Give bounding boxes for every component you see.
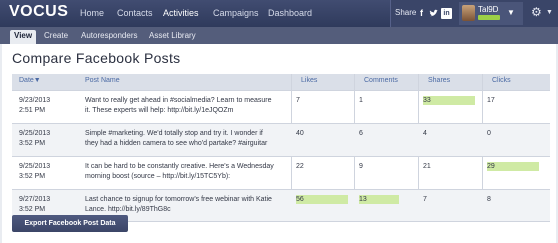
comments-value: 9 <box>359 163 363 170</box>
row-post-line-2: it. These experts will help: http://bit.… <box>85 107 234 114</box>
row-post-line-2: they had a hidden camera to see who'd pa… <box>85 140 268 147</box>
page-title: Compare Facebook Posts <box>12 50 181 66</box>
comments-value: 6 <box>359 130 363 137</box>
chevron-down-icon: ▼ <box>507 8 515 17</box>
row-post-line-1: It can be hard to be constantly creative… <box>85 163 274 170</box>
shares-value: 21 <box>423 163 431 170</box>
table-row[interactable]: 9/25/2013 3:52 PM It can be hard to be c… <box>12 156 550 189</box>
row-post-line-2: morning boost (source – http://bit.ly/15… <box>85 173 231 180</box>
table-row[interactable]: 9/25/2013 3:52 PM Simple #marketing. We'… <box>12 123 550 156</box>
shares-value: 33 <box>423 96 475 105</box>
share-label: Share <box>395 8 417 17</box>
column-header-shares: Shares <box>428 77 451 84</box>
facebook-icon[interactable]: f <box>416 8 427 19</box>
row-post-line-2: Lance. http://bit.ly/89ThG8c <box>85 206 171 213</box>
top-navigation-bar: VOCUS Home Contacts Activities Campaigns… <box>0 0 558 27</box>
nav-dashboard[interactable]: Dashboard <box>268 0 312 27</box>
clicks-value: 0 <box>487 130 491 137</box>
nav-contacts[interactable]: Contacts <box>117 0 153 27</box>
top-right-tools: Share f in Tal9D ▼ ⚙ ▼ <box>390 0 558 27</box>
row-time: 2:51 PM <box>19 107 46 114</box>
shares-value: 7 <box>423 196 427 203</box>
row-time: 3:52 PM <box>19 206 46 213</box>
nav-activities[interactable]: Activities <box>163 0 199 27</box>
comments-value: 13 <box>359 195 399 204</box>
chevron-down-icon[interactable]: ▼ <box>546 9 553 16</box>
subnav-view[interactable]: View <box>10 30 37 44</box>
table-row[interactable]: 9/23/2013 2:51 PM Want to really get ahe… <box>12 90 550 123</box>
row-post-line-1: Simple #marketing. We'd totally stop and… <box>85 130 263 137</box>
avatar <box>462 5 475 21</box>
user-status-bar <box>478 15 500 20</box>
main-panel: Compare Facebook Posts Date▼ Post Name L… <box>2 44 556 243</box>
comments-value: 1 <box>359 97 363 104</box>
likes-value: 56 <box>296 195 348 204</box>
user-menu[interactable]: Tal9D ▼ <box>459 2 523 25</box>
clicks-value: 17 <box>487 97 495 104</box>
row-date: 9/25/2013 <box>19 163 51 170</box>
row-date: 9/25/2013 <box>19 130 51 137</box>
column-header-post-name: Post Name <box>85 77 120 84</box>
column-header-date[interactable]: Date▼ <box>19 77 41 84</box>
shares-value: 4 <box>423 130 427 137</box>
nav-campaigns[interactable]: Campaigns <box>213 0 259 27</box>
table-header: Date▼ Post Name Likes Comments Shares Cl… <box>12 74 550 90</box>
column-header-comments: Comments <box>364 77 398 84</box>
subnav-autoresponders[interactable]: Autoresponders <box>77 30 141 42</box>
row-post-line-1: Last chance to signup for tomorrow's fre… <box>85 196 272 203</box>
vocus-logo[interactable]: VOCUS <box>9 3 68 21</box>
clicks-value: 8 <box>487 196 491 203</box>
row-post-line-1: Want to really get ahead in #socialmedia… <box>85 97 272 104</box>
gear-icon[interactable]: ⚙ <box>531 5 542 19</box>
column-header-clicks: Clicks <box>492 77 511 84</box>
row-time: 3:52 PM <box>19 140 46 147</box>
row-date: 9/23/2013 <box>19 97 51 104</box>
twitter-icon[interactable] <box>428 8 439 19</box>
subnav-create[interactable]: Create <box>40 30 72 42</box>
column-header-likes: Likes <box>301 77 318 84</box>
subnav-asset-library[interactable]: Asset Library <box>145 30 200 42</box>
clicks-value: 29 <box>487 162 539 171</box>
likes-value: 7 <box>296 97 300 104</box>
row-time: 3:52 PM <box>19 173 46 180</box>
linkedin-icon[interactable]: in <box>441 8 452 19</box>
export-facebook-post-data-button[interactable]: Export Facebook Post Data <box>12 215 128 232</box>
username: Tal9D <box>478 5 499 14</box>
sub-navigation-bar: View Create Autoresponders Asset Library <box>0 27 558 44</box>
nav-home[interactable]: Home <box>80 0 104 27</box>
row-date: 9/27/2013 <box>19 196 51 203</box>
likes-value: 22 <box>296 163 304 170</box>
likes-value: 40 <box>296 130 304 137</box>
